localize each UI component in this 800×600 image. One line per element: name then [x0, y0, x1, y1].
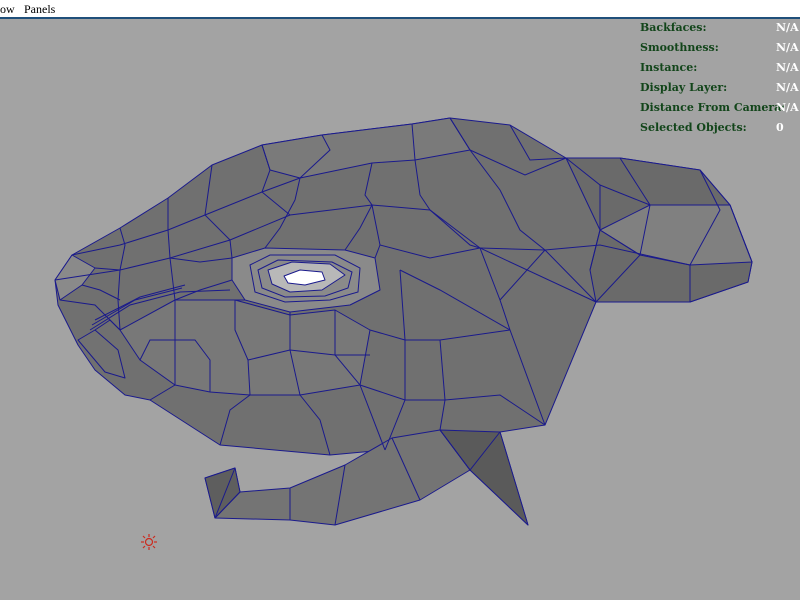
- hud-value: 0: [776, 121, 784, 134]
- hud-row-distance-from-camera: Distance From Camera: N/A: [640, 101, 800, 121]
- menu-show[interactable]: ow: [0, 2, 15, 17]
- point-light-icon[interactable]: [141, 534, 157, 550]
- hud-label: Selected Objects:: [640, 121, 747, 134]
- hud-value: N/A: [776, 21, 799, 34]
- hud-label: Distance From Camera:: [640, 101, 786, 114]
- menu-panels[interactable]: Panels: [24, 2, 55, 17]
- hud-label: Smoothness:: [640, 41, 719, 54]
- hud-value: N/A: [776, 81, 799, 94]
- menu-bar: ow Panels: [0, 0, 800, 19]
- hud-value: N/A: [776, 61, 799, 74]
- hud-row-selected-objects: Selected Objects: 0: [640, 121, 800, 141]
- hud-value: N/A: [776, 101, 799, 114]
- hud-label: Backfaces:: [640, 21, 707, 34]
- hud-row-smoothness: Smoothness: N/A: [640, 41, 800, 61]
- heads-up-display: Backfaces: N/A Smoothness: N/A Instance:…: [640, 21, 800, 141]
- hud-row-instance: Instance: N/A: [640, 61, 800, 81]
- hud-label: Display Layer:: [640, 81, 728, 94]
- hud-row-display-layer: Display Layer: N/A: [640, 81, 800, 101]
- hud-label: Instance:: [640, 61, 698, 74]
- hud-value: N/A: [776, 41, 799, 54]
- hud-row-backfaces: Backfaces: N/A: [640, 21, 800, 41]
